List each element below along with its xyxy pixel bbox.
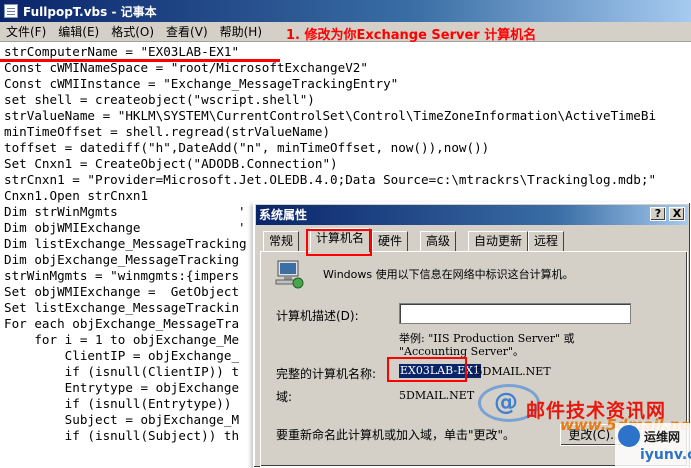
fullname-rest: .5DMAIL.NET [472,365,551,378]
fullname-label: 完整的计算机名称: [276,367,377,381]
code-line: Subject = objExchange_M [4,412,240,427]
code-line: if (isnull(Entrytype)) [4,396,232,411]
code-line: Set Cnxn1 = CreateObject("ADODB.Connecti… [4,156,338,171]
comp-desc-input[interactable] [399,303,631,324]
code-line: strWinMgmts = "winmgmts:{impers [4,268,240,283]
domain-label: 域: [276,390,293,404]
close-button[interactable]: X [669,207,685,221]
code-line: Set objWMIExchange = GetObject [4,284,240,299]
tab-general[interactable]: 常规 [263,231,300,251]
code-line: strValueName = "HKLM\SYSTEM\CurrentContr… [4,108,657,123]
code-line: Dim objExchange_MessageTracking [4,252,240,267]
annotation-rename-hint: 1. 修改为你Exchange Server 计算机名 [286,28,537,43]
code-line: strCnxn1 = "Provider=Microsoft.Jet.OLEDB… [4,172,657,187]
tab-hardware[interactable]: 硬件 [372,231,409,251]
tab-remote[interactable]: 远程 [528,231,565,251]
dialog-description: Windows 使用以下信息在网络中标识这台计算机。 [323,268,574,281]
code-line: Dim objWMIExchange [4,220,141,235]
watermark-at-icon: @ [494,388,518,416]
highlight-underline [0,59,280,62]
highlight-tab-box [306,229,372,256]
domain-value: 5DMAIL.NET [399,389,475,402]
code-line: Const cWMIInstance = "Exchange_MessageTr… [4,76,399,91]
code-line: Const cWMINameSpace = "root/MicrosoftExc… [4,60,368,75]
notepad-titlebar: FullpopT.vbs - 记事本 [0,0,691,22]
tab-auto-update[interactable]: 自动更新 [468,231,529,251]
code-line: if (isnull(ClientIP)) t [4,364,240,379]
menu-file[interactable]: 文件(F) [0,23,52,41]
code-line: Entrytype = objExchange [4,380,240,395]
code-line-tail: ' [238,204,246,219]
watermark2-logo-icon [618,425,640,447]
code-line: Cnxn1.Open strCnxn1 [4,188,149,203]
tab-advanced[interactable]: 高级 [420,231,457,251]
menu-edit[interactable]: 编辑(E) [52,23,105,41]
menu-format[interactable]: 格式(O) [105,23,160,41]
notepad-title: FullpopT.vbs - 记事本 [23,4,157,19]
menu-view[interactable]: 查看(V) [160,23,214,41]
code-line: for i = 1 to objExchange_Me [4,332,240,347]
code-line: Dim listExchange_MessageTracking [4,236,247,251]
code-line: Set listExchange_MessageTrackin [4,300,240,315]
network-computer-icon [275,260,304,289]
code-line: set shell = createobject("wscript.shell"… [4,92,315,107]
comp-desc-label: 计算机描述(D): [276,309,359,323]
code-line-tail: ' [238,220,246,235]
menu-help[interactable]: 帮助(H) [214,23,268,41]
watermark2-bottom: iyunv.com [640,447,691,463]
dialog-titlebar: 系统属性 [256,205,688,225]
code-line: if (isnull(Subject)) th [4,428,240,443]
code-line: ClientIP = objExchange_ [4,348,240,363]
code-line: For each objExchange_MessageTra [4,316,240,331]
watermark2-top: 运维网 [644,430,681,444]
notepad-icon [4,4,18,18]
code-line: strComputerName = "EX03LAB-EX1" [4,44,240,59]
rename-instruction: 要重新命名此计算机或加入域，单击"更改"。 [276,428,516,442]
code-line: toffset = datediff("h",DateAdd("n", minT… [4,140,490,155]
code-line: Dim strWinMgmts [4,204,118,219]
help-button[interactable]: ? [650,207,666,221]
code-line: minTimeOffset = shell.regread(strValueNa… [4,124,331,139]
highlight-fullname-box [387,357,467,382]
dialog-title: 系统属性 [259,208,308,222]
